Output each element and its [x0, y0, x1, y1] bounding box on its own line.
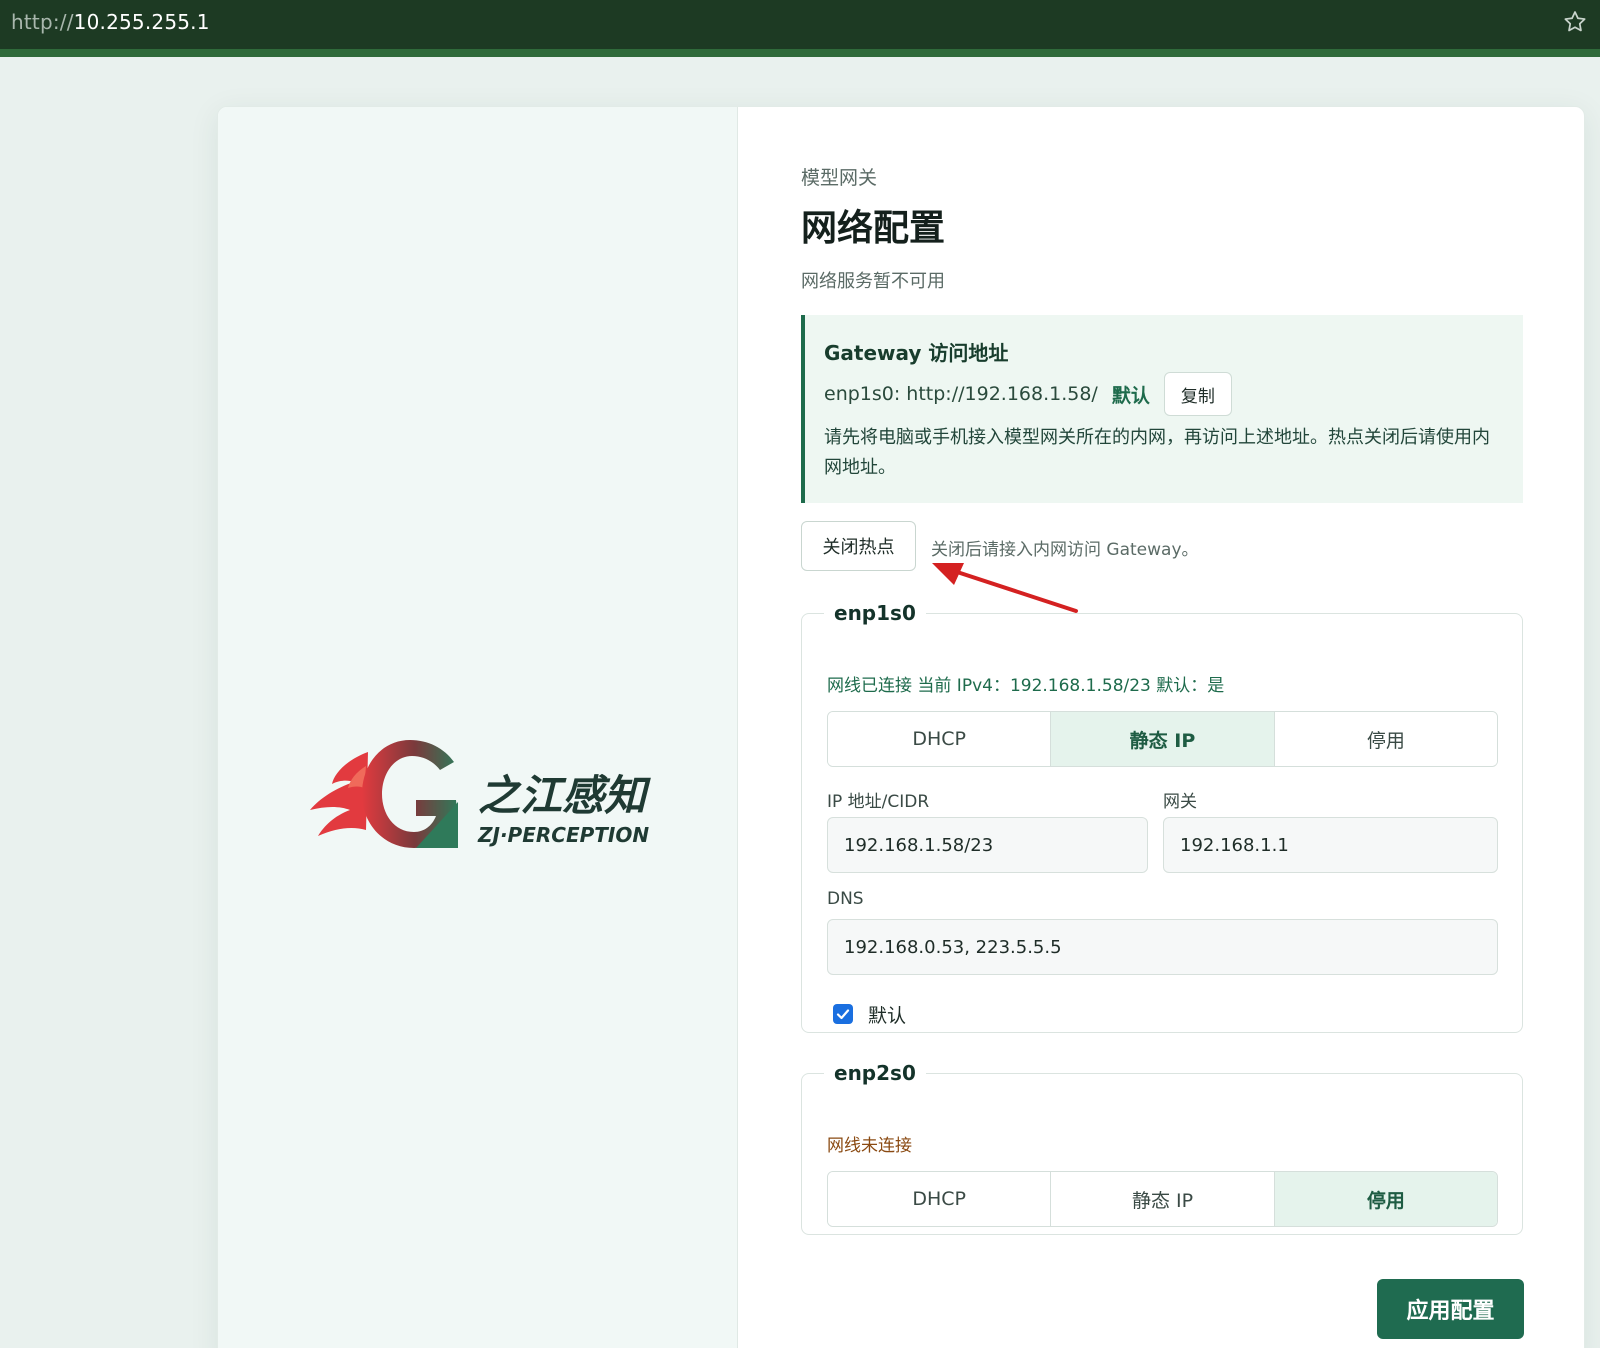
default-checkbox[interactable]: [833, 1004, 853, 1024]
page-title: 网络配置: [801, 208, 946, 249]
logo-name-en: ZJ·PERCEPTION: [477, 823, 649, 847]
gateway-address-row: enp1s0: http://192.168.1.58/ 默认 复制: [824, 372, 1232, 416]
browser-divider: [0, 49, 1600, 57]
mode-disabled[interactable]: 停用: [1274, 712, 1497, 766]
ip-label: IP 地址/CIDR: [827, 792, 930, 812]
mode-selector: DHCP 静态 IP 停用: [827, 1171, 1498, 1227]
interface-name: enp1s0: [834, 601, 916, 625]
mode-dhcp[interactable]: DHCP: [828, 712, 1052, 766]
interface-name: enp2s0: [834, 1061, 916, 1085]
mode-dhcp[interactable]: DHCP: [828, 1172, 1052, 1226]
gateway-label: 网关: [1163, 792, 1197, 812]
gateway-note: 请先将电脑或手机接入模型网关所在的内网，再访问上述地址。热点关闭后请使用内网地址…: [824, 427, 1490, 478]
default-checkbox-label: 默认: [868, 1005, 907, 1027]
mode-static-ip[interactable]: 静态 IP: [1051, 1172, 1275, 1226]
gateway-info-title: Gateway 访问地址: [824, 341, 1009, 365]
gateway-info-box: Gateway 访问地址 enp1s0: http://192.168.1.58…: [801, 315, 1523, 503]
ip-cidr-input[interactable]: [827, 817, 1148, 873]
interface-status: 网线未连接: [827, 1136, 912, 1156]
mode-static-ip[interactable]: 静态 IP: [1051, 712, 1275, 766]
gateway-default-badge: 默认: [1111, 384, 1150, 407]
url-host: 10.255.255.1: [73, 10, 210, 34]
mode-disabled[interactable]: 停用: [1274, 1172, 1497, 1226]
check-icon: [836, 1009, 850, 1020]
address-url[interactable]: http://10.255.255.1: [11, 10, 210, 34]
close-hotspot-button[interactable]: 关闭热点: [801, 521, 916, 571]
zj-perception-logo: 之江感知 ZJ·PERCEPTION: [310, 740, 651, 848]
copy-button[interactable]: 复制: [1163, 372, 1232, 416]
page-subtitle: 网络服务暂不可用: [801, 271, 945, 292]
star-icon[interactable]: [1562, 9, 1588, 35]
dns-label: DNS: [827, 889, 864, 909]
interface-enp2s0: enp2s0 网线未连接 DHCP 静态 IP 停用: [801, 1061, 1523, 1235]
interface-enp1s0: enp1s0 网线已连接 当前 IPv4：192.168.1.58/23 默认：…: [801, 601, 1523, 1033]
interface-status: 网线已连接 当前 IPv4：192.168.1.58/23 默认：是: [827, 676, 1225, 696]
hotspot-hint: 关闭后请接入内网访问 Gateway。: [931, 540, 1199, 560]
url-protocol: http://: [11, 10, 74, 34]
browser-address-bar: http://10.255.255.1: [0, 0, 1600, 49]
gateway-address: enp1s0: http://192.168.1.58/: [824, 383, 1098, 405]
page-eyebrow: 模型网关: [801, 167, 878, 189]
config-card: 之江感知 ZJ·PERCEPTION 模型网关 网络配置 网络服务暂不可用 Ga…: [217, 106, 1585, 1348]
mode-selector: DHCP 静态 IP 停用: [827, 711, 1498, 767]
apply-config-button[interactable]: 应用配置: [1377, 1279, 1524, 1339]
logo-name-cn: 之江感知: [478, 771, 651, 820]
dns-input[interactable]: [827, 919, 1498, 975]
gateway-input[interactable]: [1163, 817, 1498, 873]
brand-pane: 之江感知 ZJ·PERCEPTION: [218, 107, 738, 1348]
